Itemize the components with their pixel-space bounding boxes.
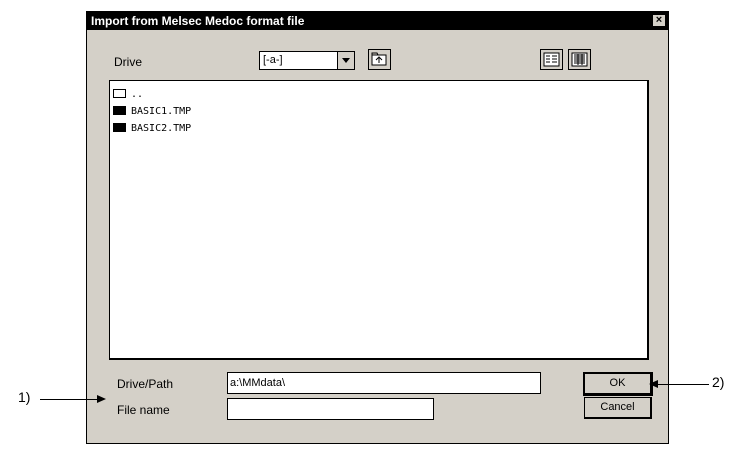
drive-path-field[interactable]: a:\MMdata\ (227, 372, 541, 394)
title-bar: Import from Melsec Medoc format file × (87, 12, 668, 30)
file-name-field[interactable] (227, 398, 434, 420)
list-item-label: BASIC2.TMP (131, 123, 192, 134)
up-folder-icon (371, 52, 387, 66)
cancel-button[interactable]: Cancel (584, 397, 652, 419)
up-folder-button[interactable] (368, 49, 391, 70)
list-item-label: BASIC1.TMP (131, 106, 192, 117)
list-view-button[interactable] (540, 49, 563, 70)
drive-path-label: Drive/Path (117, 377, 174, 391)
dialog-title: Import from Melsec Medoc format file (91, 14, 305, 28)
chevron-down-icon[interactable] (337, 52, 354, 69)
page: Import from Melsec Medoc format file × D… (0, 0, 750, 464)
folder-icon (113, 105, 126, 115)
callout-1-label: 1) (18, 389, 31, 405)
callout-1-arrow (40, 399, 100, 400)
list-item[interactable]: BASIC2.TMP (113, 122, 191, 136)
drive-label: Drive (114, 55, 143, 69)
ok-button[interactable]: OK (583, 372, 653, 396)
open-folder-icon (113, 88, 126, 98)
callout-2-arrow (656, 384, 709, 385)
import-dialog: Import from Melsec Medoc format file × D… (86, 11, 669, 444)
list-item-label: .. (131, 89, 144, 100)
drive-select[interactable]: [-a-] (259, 51, 355, 70)
callout-1-arrowhead (97, 395, 106, 403)
close-button[interactable]: × (652, 14, 666, 27)
details-view-button[interactable] (568, 49, 591, 70)
list-item[interactable]: BASIC1.TMP (113, 105, 191, 119)
list-item[interactable]: .. (113, 88, 143, 102)
callout-2-label: 2) (712, 374, 725, 390)
list-view-icon (543, 52, 560, 67)
file-list[interactable]: .. BASIC1.TMP BASIC2.TMP (109, 80, 649, 360)
folder-icon (113, 122, 126, 132)
drive-select-value: [-a-] (263, 54, 283, 66)
file-name-label: File name (117, 403, 170, 417)
details-view-icon (571, 52, 588, 67)
